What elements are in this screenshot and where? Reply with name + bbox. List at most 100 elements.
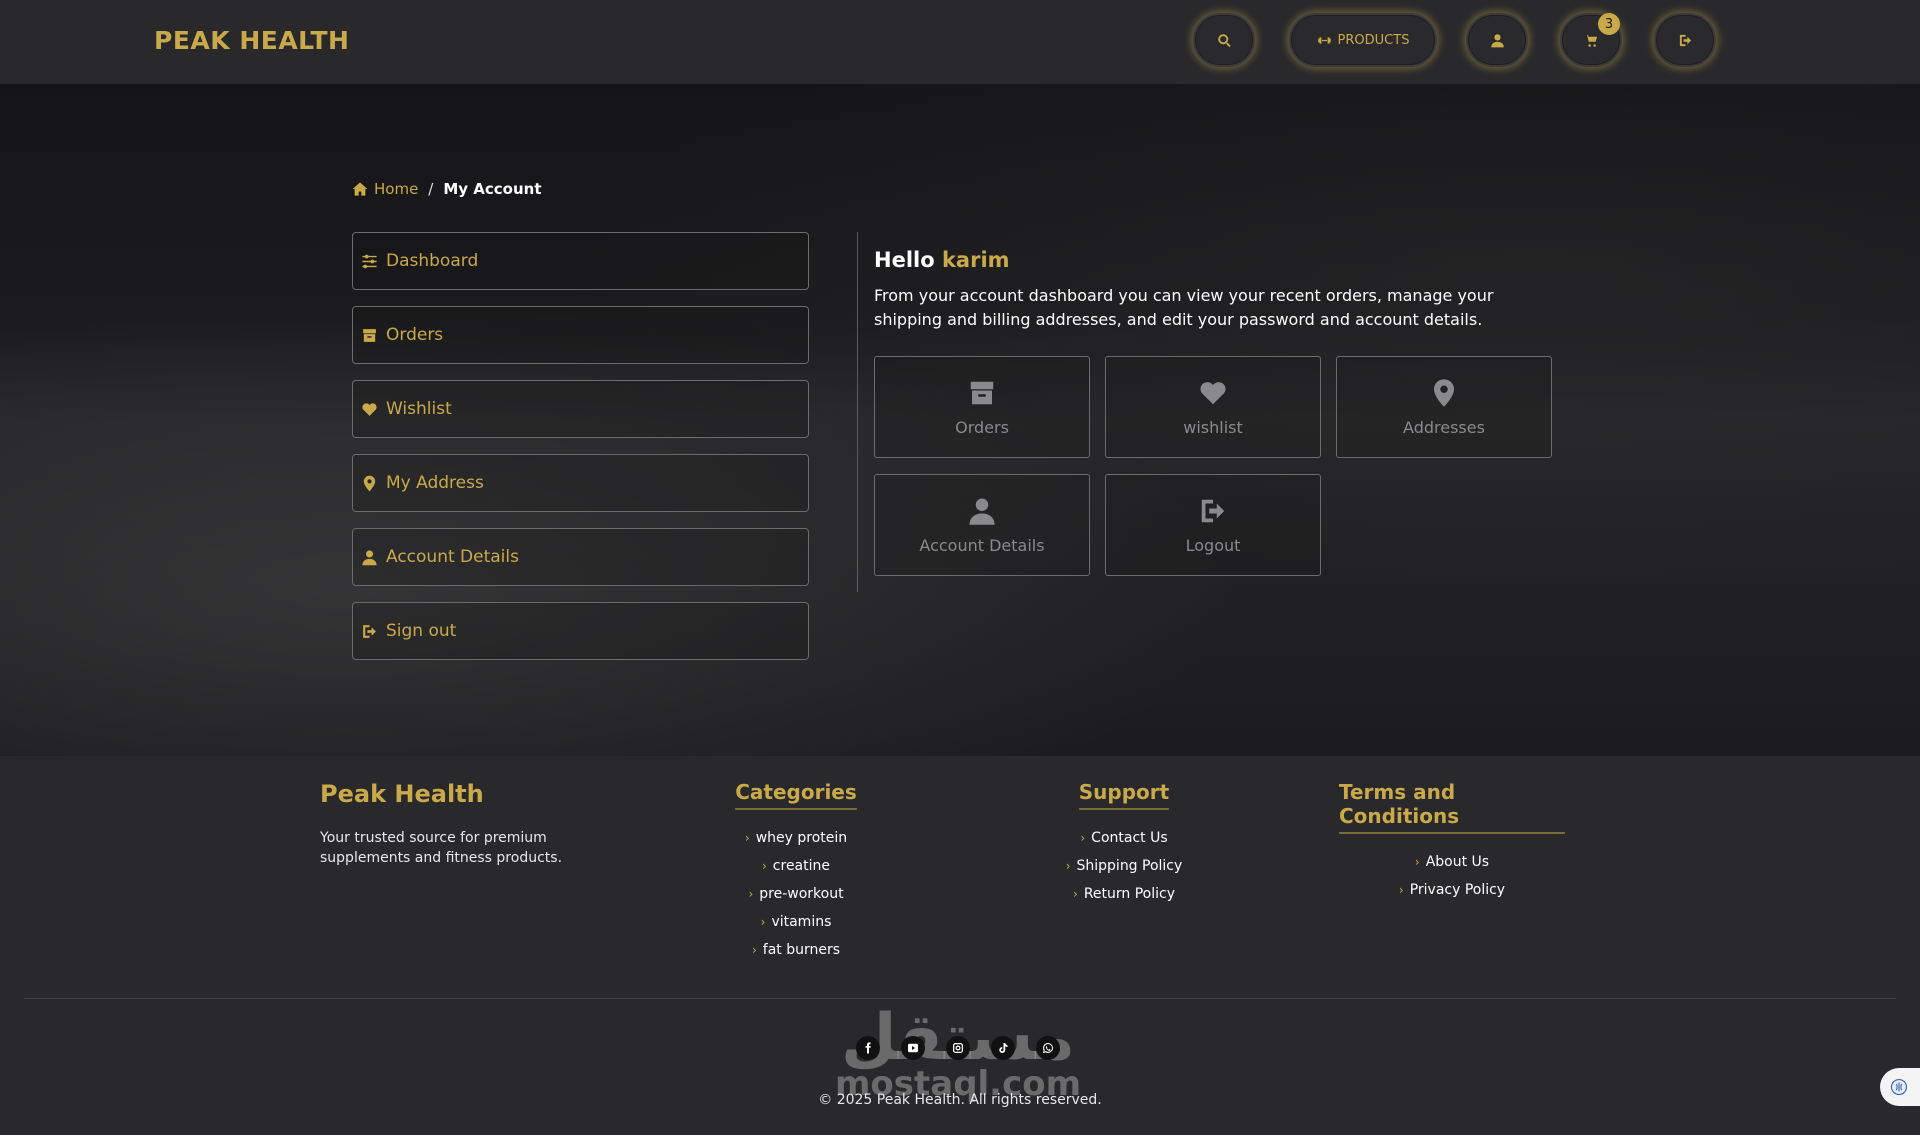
footer-description: Your trusted source for premium suppleme… [320,830,563,866]
accessibility-widget[interactable] [1880,1068,1920,1106]
breadcrumb: Home / My Account [352,180,542,198]
greeting-heading: Hello karim [874,248,1010,272]
user-icon [969,498,995,525]
heart-icon [362,402,377,416]
footer-link-vitamins[interactable]: › vitamins [761,908,832,936]
footer-link-label: creatine [772,858,830,874]
sidebar-item-account-details[interactable]: Account Details [352,528,809,586]
footer-link-privacy-policy[interactable]: › Privacy Policy [1399,876,1505,904]
instagram-link[interactable] [946,1036,970,1060]
footer-categories: Categories › whey protein › creatine › pre-… [735,780,857,964]
footer-link-label: Shipping Policy [1076,858,1183,874]
footer-link-label: Privacy Policy [1409,882,1506,898]
tile-addresses[interactable]: Addresses [1336,356,1552,458]
box-icon [970,381,994,404]
sidebar-item-wishlist[interactable]: Wishlist [352,380,809,438]
logout-button[interactable] [1654,13,1716,67]
sidebar-item-dashboard[interactable]: Dashboard [352,232,809,290]
footer-divider [24,998,1896,999]
map-pin-icon [363,475,376,491]
tile-account-details[interactable]: Account Details [874,474,1090,576]
instagram-icon [953,1043,963,1053]
sidebar-item-label: Wishlist [386,399,452,419]
facebook-link[interactable] [856,1036,880,1060]
box-icon [363,328,376,342]
tile-orders[interactable]: Orders [874,356,1090,458]
footer-link-fat-burners[interactable]: › fat burners [752,936,840,964]
sign-out-icon [1679,34,1691,46]
sidebar-item-my-address[interactable]: My Address [352,454,809,512]
sidebar-item-label: My Address [386,473,484,493]
youtube-icon [908,1043,918,1053]
products-label: PRODUCTS [1337,32,1410,48]
sidebar-item-label: Sign out [386,621,457,641]
tile-label: Orders [955,417,1009,437]
account-main: Home / My Account Dashboard Orders Wishl… [0,84,1920,756]
breadcrumb-current: My Account [443,180,542,198]
facebook-icon [865,1042,871,1054]
account-button[interactable] [1466,13,1528,67]
footer-link-label: About Us [1425,854,1490,870]
breadcrumb-separator: / [428,180,434,198]
chevron-right-icon: › [1398,883,1404,897]
chevron-right-icon: › [744,831,750,845]
social-links [856,1036,1060,1060]
search-icon [1217,33,1231,47]
tiktok-link[interactable] [991,1036,1015,1060]
chevron-right-icon: › [760,915,766,929]
sidebar-item-label: Orders [386,325,444,345]
chevron-right-icon: › [1073,887,1078,901]
chevron-right-icon: › [761,859,767,873]
dumbbell-icon [1317,36,1331,44]
footer-support-title: Support [1078,780,1170,810]
footer-link-return-policy[interactable]: › Return Policy [1073,880,1175,908]
sidebar-item-label: Dashboard [386,251,479,271]
footer-support: Support › Contact Us › Shipping Policy › Re… [1061,780,1187,908]
footer-link-label: Contact Us [1091,830,1168,846]
tile-label: Account Details [919,535,1045,555]
map-pin-icon [1434,378,1454,407]
footer-link-shipping-policy[interactable]: › Shipping Policy [1066,852,1183,880]
youtube-link[interactable] [901,1036,925,1060]
footer-link-label: pre-workout [759,886,844,902]
breadcrumb-home-link[interactable]: Home [374,180,418,198]
tile-logout[interactable]: Logout [1105,474,1321,576]
footer-link-contact-us[interactable]: › Contact Us [1080,824,1167,852]
footer-brand: Peak Health [320,780,484,808]
sidebar-item-orders[interactable]: Orders [352,306,809,364]
whatsapp-link[interactable] [1036,1036,1060,1060]
copyright: © 2025 Peak Health. All rights reserved. [818,1092,1102,1108]
footer-terms-title: Terms and Conditions [1339,780,1565,834]
navbar: PEAK HEALTH PRODUCTS 3 [0,0,1920,84]
search-button[interactable] [1193,13,1255,67]
username: karim [941,248,1010,272]
footer-link-pre-workout[interactable]: › pre-workout [748,880,843,908]
chevron-right-icon: › [748,887,754,901]
vertical-divider [857,232,858,592]
chevron-right-icon: › [1080,831,1086,845]
products-button[interactable]: PRODUCTS [1289,13,1437,67]
sign-out-icon [363,624,376,638]
tile-wishlist[interactable]: wishlist [1105,356,1321,458]
tiktok-icon [999,1043,1008,1053]
footer-link-whey-protein[interactable]: › whey protein [745,824,847,852]
cart-button[interactable]: 3 [1560,13,1622,67]
chevron-right-icon: › [751,943,757,957]
chevron-right-icon: › [1065,859,1071,873]
sign-out-icon [1201,499,1225,522]
footer-terms: Terms and Conditions › About Us › Privacy … [1339,780,1565,904]
sidebar-item-sign-out[interactable]: Sign out [352,602,809,660]
cart-icon [1584,34,1597,47]
footer: Peak Health Your trusted source for prem… [0,756,1920,1135]
brand-logo[interactable]: PEAK HEALTH [154,26,349,55]
footer-link-about-us[interactable]: › About Us [1415,848,1489,876]
footer-link-creatine[interactable]: › creatine [762,852,830,880]
tile-label: Logout [1185,535,1241,555]
account-sidebar: Dashboard Orders Wishlist My Address Acc… [352,232,809,676]
dashboard-intro: From your account dashboard you can view… [874,286,1494,329]
cart-count-badge: 3 [1598,13,1620,35]
brain-icon [1890,1078,1908,1096]
footer-link-label: vitamins [771,914,832,930]
footer-categories-title: Categories [735,780,857,810]
tile-label: Addresses [1403,417,1485,437]
